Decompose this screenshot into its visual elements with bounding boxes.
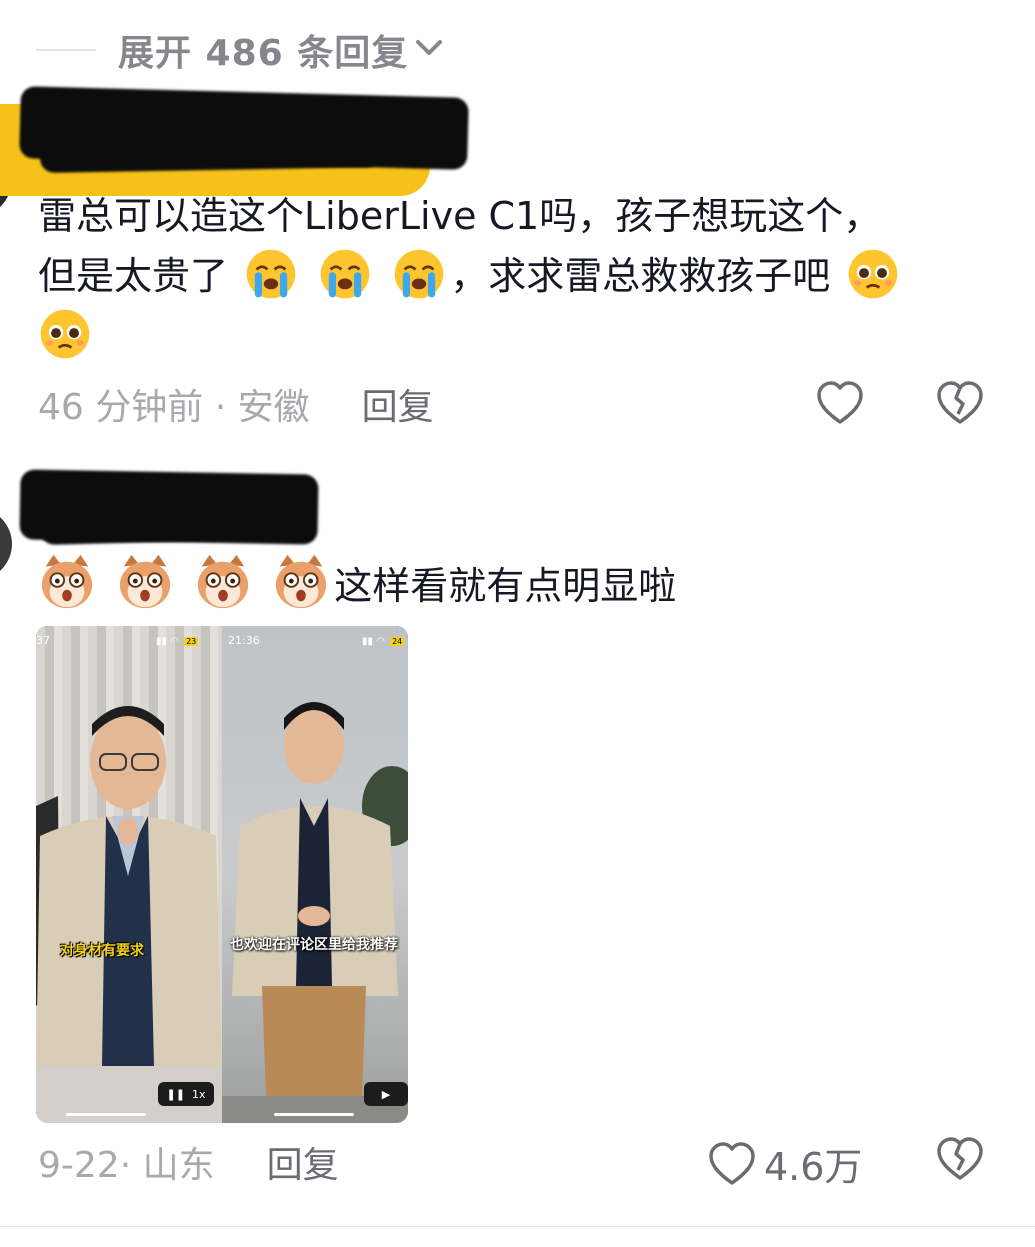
like-button[interactable]: [816, 380, 864, 426]
cat-emoji: [276, 554, 327, 609]
pause-speed-control[interactable]: ❚❚ 1x: [158, 1082, 214, 1106]
video-attachment[interactable]: 37 ▮▮ ◠ 23 对身材有要求 ❚❚ 1x 21:36 ▮▮ ◠ 24 也欢…: [36, 626, 408, 1123]
play-control[interactable]: ▶: [364, 1082, 408, 1106]
video-frame-right: 21:36 ▮▮ ◠ 24 也欢迎在评论区里给我推荐 ▶: [222, 626, 408, 1123]
pause-icon: ❚❚: [166, 1087, 185, 1101]
reply-button[interactable]: 回复: [362, 378, 434, 430]
chevron-down-icon: [414, 37, 444, 63]
divider: [0, 1226, 1035, 1227]
comment-text: 雷总可以造这个LiberLive C1吗，孩子想玩这个， 但是太贵了 ，求求雷总…: [38, 186, 904, 366]
expand-replies-row[interactable]: 展开 486 条回复: [36, 20, 444, 80]
play-icon: ▶: [381, 1087, 391, 1101]
like-button[interactable]: 4.6万: [708, 1136, 862, 1191]
like-count: 4.6万: [764, 1145, 863, 1189]
person-figure: [36, 706, 222, 1123]
heart-icon: [709, 1141, 755, 1185]
cat-emoji: [41, 554, 93, 609]
crying-emoji: [394, 249, 444, 299]
comment-body: 这样看就有点明显啦: [334, 564, 677, 608]
cat-emoji: [198, 554, 249, 609]
person-figure: [222, 702, 408, 1123]
pleading-emoji: [849, 249, 898, 299]
crying-emoji: [320, 249, 370, 299]
redacted-username-2: [39, 496, 271, 546]
divider-line: [36, 49, 96, 51]
cat-emoji: [119, 554, 171, 609]
avatar[interactable]: [0, 508, 12, 580]
pleading-emoji: [40, 309, 90, 359]
video-caption: 也欢迎在评论区里给我推荐: [230, 937, 398, 953]
dislike-button[interactable]: [936, 1136, 984, 1182]
speed-label: 1x: [191, 1087, 206, 1101]
comment-time-location: 46 分钟前 · 安徽: [38, 387, 310, 428]
broken-heart-icon: [937, 1137, 983, 1180]
crying-emoji: [246, 249, 296, 299]
comment-meta: 46 分钟前 · 安徽 回复: [38, 378, 434, 430]
redacted-username-2: [39, 127, 381, 173]
comment-line-2a: 但是太贵了: [38, 254, 229, 298]
home-indicator: [66, 1113, 146, 1116]
heart-icon: [817, 381, 863, 424]
comment-line-3: [38, 306, 904, 366]
comment-line-2: 但是太贵了 ，求求雷总救救孩子吧: [38, 246, 904, 306]
comment-meta: 9-22· 山东 回复: [38, 1136, 339, 1188]
video-caption: 对身材有要求: [60, 943, 144, 959]
dislike-button[interactable]: [936, 380, 984, 426]
reply-button[interactable]: 回复: [267, 1136, 339, 1188]
expand-replies-label: 展开 486 条回复: [118, 33, 409, 74]
home-indicator: [274, 1113, 354, 1116]
comment-line-2b: ，求求雷总救救孩子吧: [450, 254, 831, 298]
video-frame-left: 37 ▮▮ ◠ 23 对身材有要求 ❚❚ 1x: [36, 626, 222, 1123]
broken-heart-icon: [937, 381, 983, 424]
comment-line-1: 雷总可以造这个LiberLive C1吗，孩子想玩这个，: [38, 194, 882, 238]
comment-text: 这样看就有点明显啦: [38, 553, 676, 616]
comment-time-location: 9-22· 山东: [38, 1145, 215, 1186]
